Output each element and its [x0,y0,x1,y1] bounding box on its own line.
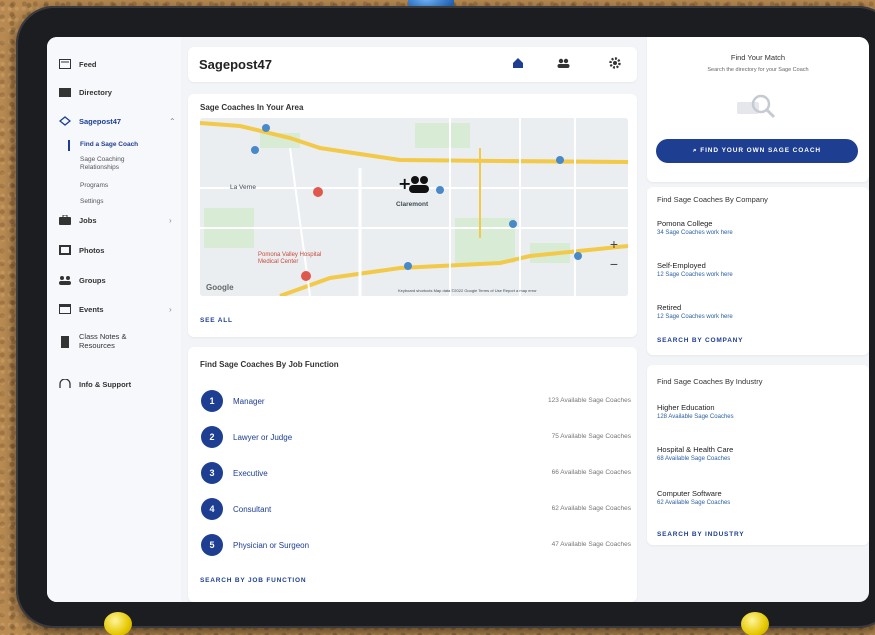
job-number-badge: 2 [201,426,223,448]
calendar-icon [59,304,71,314]
company-name[interactable]: Self-Employed [657,261,706,270]
search-by-company-link[interactable]: SEARCH BY COMPANY [657,337,743,344]
job-number-badge: 4 [201,498,223,520]
industry-name[interactable]: Hospital & Health Care [657,445,733,454]
find-match-card: Find Your Match Search the directory for… [647,37,869,182]
sidebar-item-info-support[interactable]: Info & Support [59,378,131,389]
industry-card-title: Find Sage Coaches By Industry [657,377,763,386]
chevron-right-icon[interactable]: › [169,305,172,314]
map-label-claremont: Claremont [396,201,429,208]
job-count: 62 Available Sage Coaches [551,505,631,512]
company-name[interactable]: Pomona College [657,219,712,228]
industry-name[interactable]: Higher Education [657,403,715,412]
sidebar-item-feed[interactable]: Feed [59,59,97,69]
sidebar-item-events[interactable]: Events › [59,304,172,314]
subnav-programs[interactable]: Programs [80,182,108,190]
yellow-pushpin [104,612,132,635]
add-people-icon[interactable]: + [398,174,430,201]
job-row[interactable]: 2 Lawyer or Judge 75 Available Sage Coac… [201,426,631,448]
company-name[interactable]: Retired [657,303,681,312]
notes-icon [59,336,71,348]
sidebar-item-groups[interactable]: Groups [59,275,106,285]
job-count: 75 Available Sage Coaches [551,433,631,440]
industry-count[interactable]: 128 Available Sage Coaches [657,414,734,420]
page-header: Sagepost47 [188,47,637,82]
find-own-sage-coach-button[interactable]: ⌕ FIND YOUR OWN SAGE COACH [656,139,858,163]
directory-icon [59,87,71,97]
map-card: Sage Coaches In Your Area Claremont La V… [188,94,637,337]
sidebar-item-photos[interactable]: Photos [59,245,104,255]
job-name[interactable]: Consultant [233,505,271,514]
active-indicator [68,140,70,151]
company-count[interactable]: 12 Sage Coaches work here [657,272,733,278]
app-screen: Feed Directory Sagepost47 ⌃ Find a Sage … [47,37,869,602]
company-count[interactable]: 34 Sage Coaches work here [657,230,733,236]
job-name[interactable]: Lawyer or Judge [233,433,292,442]
see-all-link[interactable]: SEE ALL [200,317,233,324]
find-match-title: Find Your Match [730,53,786,62]
search-by-industry-link[interactable]: SEARCH BY INDUSTRY [657,531,744,538]
people-icon[interactable] [557,57,570,72]
coaches-map[interactable]: Claremont La Verne Pomona Valley Hospita… [200,118,628,296]
home-icon[interactable] [512,57,524,72]
job-number-badge: 5 [201,534,223,556]
zoom-out-button[interactable]: − [606,256,622,272]
groups-icon [59,275,71,285]
search-people-illustration [737,92,777,127]
map-card-title: Sage Coaches In Your Area [200,103,304,112]
briefcase-icon [59,214,71,225]
industry-count[interactable]: 62 Available Sage Coaches [657,500,730,506]
feed-icon [59,59,71,69]
chevron-up-icon[interactable]: ⌃ [169,117,176,126]
search-by-job-function-link[interactable]: SEARCH BY JOB FUNCTION [200,577,306,584]
photos-icon [59,245,71,255]
job-name[interactable]: Physician or Surgeon [233,541,309,550]
sidebar-item-sagepost[interactable]: Sagepost47 ⌃ [58,116,176,126]
job-row[interactable]: 1 Manager 123 Available Sage Coaches [201,390,631,412]
job-name[interactable]: Manager [233,397,265,406]
job-name[interactable]: Executive [233,469,268,478]
yellow-pushpin [741,612,769,635]
support-icon [59,378,71,389]
sidebar-item-class-notes[interactable]: Class Notes & Resources [59,332,141,350]
find-match-subtitle: Search the directory for your Sage Coach [707,67,809,73]
job-row[interactable]: 4 Consultant 62 Available Sage Coaches [201,498,631,520]
map-label-hospital: Pomona Valley Hospital Medical Center [258,252,322,265]
subnav-settings[interactable]: Settings [80,198,104,206]
google-logo: Google [206,283,234,292]
sidebar-item-jobs[interactable]: Jobs › [59,214,172,225]
company-card: Find Sage Coaches By Company Pomona Coll… [647,187,869,355]
industry-count[interactable]: 68 Available Sage Coaches [657,456,730,462]
map-footer[interactable]: Keyboard shortcuts Map data ©2022 Google… [398,288,537,293]
company-count[interactable]: 12 Sage Coaches work here [657,314,733,320]
job-function-card: Find Sage Coaches By Job Function 1 Mana… [188,347,637,602]
zoom-in-button[interactable]: + [606,236,622,252]
subnav-find-coach[interactable]: Find a Sage Coach [80,141,138,149]
job-count: 47 Available Sage Coaches [551,541,631,548]
map-label-la-verne: La Verne [230,184,257,191]
job-count: 66 Available Sage Coaches [551,469,631,476]
job-function-title: Find Sage Coaches By Job Function [200,360,339,369]
job-row[interactable]: 3 Executive 66 Available Sage Coaches [201,462,631,484]
sidebar-item-directory[interactable]: Directory [59,87,112,97]
gear-icon[interactable] [609,57,621,72]
job-row[interactable]: 5 Physician or Surgeon 47 Available Sage… [201,534,631,556]
job-count: 123 Available Sage Coaches [548,397,631,404]
company-card-title: Find Sage Coaches By Company [657,195,768,204]
job-number-badge: 3 [201,462,223,484]
industry-card: Find Sage Coaches By Industry Higher Edu… [647,365,869,545]
chevron-right-icon[interactable]: › [169,216,172,225]
subnav-coaching-relationships[interactable]: Sage Coaching Relationships [80,156,150,172]
industry-name[interactable]: Computer Software [657,489,722,498]
page-title: Sagepost47 [199,57,272,72]
sagepost-icon [58,116,72,126]
sidebar: Feed Directory Sagepost47 ⌃ Find a Sage … [47,37,181,602]
job-number-badge: 1 [201,390,223,412]
